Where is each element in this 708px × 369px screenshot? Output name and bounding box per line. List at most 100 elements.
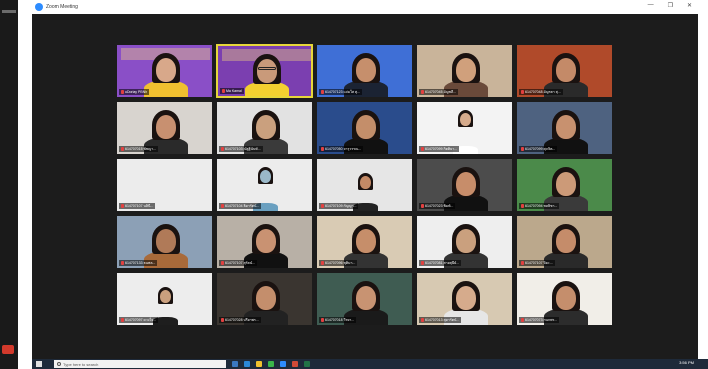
participant-video-tile[interactable]: 614707094 ชลธิชา... [516,158,613,212]
window-title: Zoom Meeting [46,4,78,10]
windows-taskbar: Type here to search 3:56 PM [32,359,708,369]
start-icon[interactable] [36,361,42,367]
participant-face [255,229,276,253]
participant-video-tile[interactable]: 614707103 ณัฐฐินันท์... [216,101,313,155]
participant-name: 614707081 สายสุนีย์... [425,261,460,265]
notification-badge[interactable] [2,345,14,354]
explorer-icon[interactable] [256,361,262,367]
maximize-icon[interactable]: ❐ [668,2,673,9]
participant-face [155,229,176,253]
participant-video-tile[interactable]: 614707073 กนกพร... [516,272,613,326]
participant-video-tile[interactable]: 614707109 กัญญา... [316,158,413,212]
participant-video-tile[interactable]: 614707081 สายสุนีย์... [416,215,513,269]
glasses-graphic [257,67,276,70]
muted-mic-icon [421,318,424,322]
participant-face [455,286,476,310]
taskview-icon[interactable] [232,361,238,367]
participant-name-tag: 614707081 สายสุนีย์... [419,260,462,266]
participant-video-tile[interactable]: 614707013 สุดารัตน์... [416,272,513,326]
participant-face [260,169,271,183]
participant-name-tag: 614707109 กัญญา... [319,203,359,209]
participant-video-tile[interactable]: uDoriay PBNh [116,44,213,98]
participant-name: 614707094 ชลธิชา... [525,204,558,208]
muted-mic-icon [421,90,424,94]
participant-face [555,229,576,253]
participant-name-tag: 614707023 พิมพ์... [419,203,456,209]
zoom-window: Zoom Meeting — ❐ ✕ uDoriay PBNh Ma Kamal 6… [32,0,698,359]
participant-body [143,81,188,97]
muted-mic-icon [121,90,124,94]
participant-video-tile[interactable]: 614707097 ดวงใจ... [116,272,213,326]
participant-name-tag: 614707048 อัญรตา สุ... [519,89,563,95]
muted-mic-icon [421,261,424,265]
taskbar-clock: 3:56 PM [679,360,694,365]
muted-mic-icon [221,261,224,265]
muted-mic-icon [321,90,324,94]
gallery-view: uDoriay PBNh Ma Kamal 614707123 แจ่มใส สุ.… [116,44,616,330]
participant-video-tile[interactable]: 614707107 นลินี... [116,158,213,212]
participant-video-tile[interactable]: 614707099 ศุภจิต... [516,101,613,155]
participant-video-tile[interactable]: 614707023 พิมพ์... [416,158,513,212]
muted-mic-icon [221,204,224,208]
participant-face [455,172,476,196]
participant-name-tag: 614707028 ปรียาพร... [219,317,261,323]
participant-face [555,115,576,139]
muted-mic-icon [321,147,324,151]
participant-name: 614707107 นลินี... [125,204,154,208]
zoom-logo-icon [35,3,43,11]
participant-face [355,286,376,310]
gap [18,0,32,369]
title-bar: Zoom Meeting — ❐ ✕ [32,0,698,14]
powerpoint-icon[interactable] [292,361,298,367]
participant-video-tile[interactable]: 614707050 จารุวรรณ... [316,101,413,155]
minimize-icon[interactable]: — [648,2,654,9]
participant-video-tile[interactable]: 614707104 ธิดารัตน์... [216,158,313,212]
participant-video-tile[interactable]: 614707028 ปรียาพร... [216,272,313,326]
close-icon[interactable]: ✕ [687,2,692,9]
participant-face [155,58,176,82]
muted-mic-icon [321,204,324,208]
participant-video-tile[interactable]: 614707018 วีรยา... [316,272,413,326]
participant-name-tag: Ma Kamal [220,88,244,94]
side-window-text [2,10,16,13]
participant-video-tile[interactable]: 614707096 ชุติมา... [316,215,413,269]
muted-mic-icon [121,147,124,151]
participant-video-tile[interactable]: 614707015 พัชญา... [116,101,213,155]
taskbar-search[interactable]: Type here to search [54,360,226,368]
participant-name-tag: 614707107 ปิยะ... [519,260,555,266]
participant-video-tile[interactable]: 614707133 ธนพล... [116,215,213,269]
window-controls: — ❐ ✕ [648,2,692,9]
participant-name: 614707013 สุดารัตน์... [425,318,460,322]
participant-name: 614707050 จารุวรรณ... [325,147,362,151]
muted-mic-icon [521,147,524,151]
participant-name: 614707099 ศุภจิต... [525,147,556,151]
participant-name: 614707123 แจ่มใส สุ... [325,90,360,94]
participant-face [155,115,176,139]
participant-name: 614707048 อัญรตา สุ... [525,90,561,94]
participant-video-tile[interactable]: 614707123 แจ่มใส สุ... [316,44,413,98]
participant-name-tag: 614707094 ชลธิชา... [519,203,560,209]
participant-name-tag: 614707107 นลินี... [119,203,156,209]
muted-mic-icon [221,318,224,322]
muted-mic-icon [521,204,524,208]
participant-video-tile[interactable]: 614707107 ปิยะ... [516,215,613,269]
participant-video-tile[interactable]: 614707045 อัญชลี... [416,44,513,98]
participant-name-tag: 614707099 กิตติยา... [419,146,460,152]
search-icon [57,362,61,366]
participant-video-tile[interactable]: 614707107 สุรัตน์... [216,215,313,269]
chrome-icon[interactable] [268,361,274,367]
participant-name-tag: 614707104 ธิดารัตน์... [219,203,262,209]
participant-face [460,112,471,126]
participant-name: Ma Kamal [226,89,242,93]
excel-icon[interactable] [304,361,310,367]
participant-name: 614707107 สุรัตน์... [225,261,256,265]
participant-name-tag: 614707097 ดวงใจ... [119,317,159,323]
participant-video-tile[interactable]: 614707099 กิตติยา... [416,101,513,155]
participant-name-tag: 614707096 ชุติมา... [319,260,358,266]
participant-face [256,59,277,83]
participant-video-tile[interactable]: Ma Kamal [216,44,313,98]
participant-video-tile[interactable]: 614707048 อัญรตา สุ... [516,44,613,98]
zoom-taskbar-icon[interactable] [280,361,286,367]
participant-name-tag: 614707073 กนกพร... [519,317,560,323]
edge-icon[interactable] [244,361,250,367]
